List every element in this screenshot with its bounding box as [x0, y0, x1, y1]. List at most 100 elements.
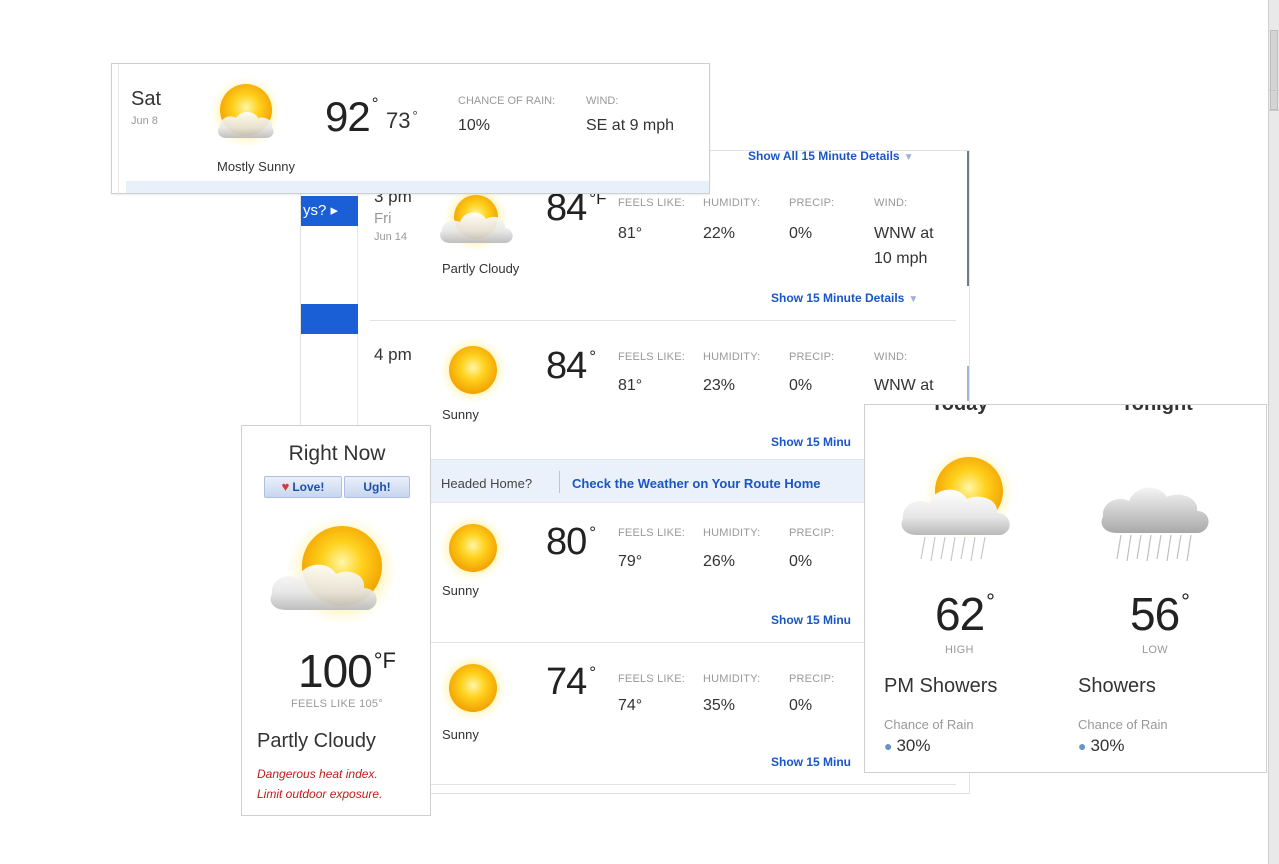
current-condition: Partly Cloudy: [257, 730, 376, 752]
feels-like-value: 79°: [618, 553, 643, 570]
show-details-link[interactable]: Show 15 Minu: [771, 435, 851, 449]
hour-condition: Sunny: [442, 583, 479, 598]
show-details-link[interactable]: Show 15 Minute Details ▼: [771, 291, 918, 305]
chevron-down-icon: ▼: [908, 294, 919, 305]
tonight-rain-label: Chance of Rain: [1078, 717, 1168, 732]
tonight-condition: Showers: [1078, 675, 1156, 697]
sidebar-blue-bar: [301, 304, 358, 334]
feels-like-label: FEELS LIKE:: [618, 673, 686, 685]
precip-value: 0%: [789, 697, 813, 714]
hour-temperature: 80 °: [546, 521, 597, 563]
humidity-value: 22%: [703, 225, 736, 242]
show-details-link[interactable]: Show 15 Minu: [771, 613, 851, 627]
love-button[interactable]: ♥ Love!: [264, 476, 342, 498]
forecast-date: Jun 8: [131, 115, 158, 127]
card-edge: [118, 64, 119, 195]
hour-condition: Sunny: [442, 727, 479, 742]
rain-value: 10%: [458, 117, 491, 134]
mostly-sunny-icon: [208, 76, 284, 157]
hour-time: 4 pm: [374, 345, 412, 364]
hourly-row: 3 pm Fri Jun 14 Partly Cloudy 84 °F FEELS…: [358, 179, 968, 321]
today-rain-label: Chance of Rain: [884, 717, 974, 732]
tonight-heading: Tonight: [1121, 404, 1193, 415]
right-now-title: Right Now: [288, 442, 386, 465]
sunny-icon: [438, 335, 508, 410]
showers-icon: [1095, 447, 1215, 572]
high-label: HIGH: [945, 644, 974, 656]
scrollbar-thumb[interactable]: [1270, 30, 1278, 110]
rain-label: CHANCE OF RAIN:: [458, 95, 556, 107]
humidity-value: 26%: [703, 553, 736, 570]
hour-temperature: 74 °: [546, 661, 597, 703]
feels-like-value: 74°: [618, 697, 643, 714]
high-temperature: 92 °: [325, 93, 379, 140]
today-rain-value: ● 30%: [884, 736, 931, 755]
precip-label: PRECIP:: [789, 351, 835, 363]
card-bottom-band: [126, 181, 709, 193]
forecast-condition: Mostly Sunny: [217, 159, 296, 174]
wind-value: SE at 9 mph: [586, 117, 675, 134]
precip-value: 0%: [789, 377, 813, 394]
humidity-label: HUMIDITY:: [703, 527, 761, 539]
hour-condition: Sunny: [442, 407, 479, 422]
feels-like-value: 81°: [618, 225, 643, 242]
wind-value: WNW at 10 mph: [874, 225, 934, 267]
partly-cloudy-icon: [262, 514, 412, 639]
chevron-down-icon: ▼: [903, 152, 914, 163]
wind-label: WIND:: [874, 351, 908, 363]
pm-showers-icon: [895, 447, 1035, 572]
feels-like-label: FEELS LIKE:: [618, 197, 686, 209]
daily-forecast-card: Sat Jun 8 Mostly Sunny 92 ° 73 ° CHANCE OF…: [111, 63, 710, 195]
feels-like-value: 81°: [618, 377, 643, 394]
feels-like-label: FEELS LIKE:: [618, 527, 686, 539]
today-heading: Today: [931, 404, 989, 415]
headed-home-label: Headed Home?: [441, 476, 533, 491]
hour-date: Jun 14: [374, 231, 408, 243]
heart-icon: ♥: [281, 479, 290, 494]
raindrop-icon: ●: [1078, 738, 1087, 754]
precip-label: PRECIP:: [789, 527, 835, 539]
precip-label: PRECIP:: [789, 197, 835, 209]
raindrop-icon: ●: [884, 738, 893, 754]
today-high-temp: 62°: [935, 588, 995, 640]
forecast-day: Sat: [131, 88, 162, 110]
tonight-rain-value: ● 30%: [1078, 736, 1125, 755]
precip-value: 0%: [789, 225, 813, 242]
tonight-low-temp: 56°: [1130, 588, 1190, 640]
heat-warning: Dangerous heat index. Limit outdoor expos…: [257, 767, 383, 801]
feels-like-label: FEELS LIKE:: [618, 351, 686, 363]
humidity-label: HUMIDITY:: [703, 197, 761, 209]
hour-day: Fri: [374, 210, 392, 227]
partly-cloudy-icon: [438, 185, 520, 266]
route-weather-link[interactable]: Check the Weather on Your Route Home: [572, 476, 821, 491]
wind-label: WIND:: [586, 95, 619, 107]
feels-like: FEELS LIKE 105°: [290, 698, 384, 710]
sunny-icon: [438, 653, 508, 728]
show-all-details-link[interactable]: Show All 15 Minute Details ▼: [748, 151, 914, 163]
humidity-value: 23%: [703, 377, 736, 394]
hour-temperature: 84 °: [546, 345, 597, 387]
sunny-icon: [438, 513, 508, 588]
current-temperature: 100°F: [298, 645, 396, 697]
scrollbar-divider: [1269, 90, 1279, 91]
today-condition: PM Showers: [884, 675, 998, 697]
precip-value: 0%: [789, 553, 813, 570]
low-label: LOW: [1142, 644, 1168, 656]
wind-label: WIND:: [874, 197, 908, 209]
scrollbar-divider: [1269, 110, 1279, 111]
hour-condition: Partly Cloudy: [442, 261, 520, 276]
window-scrollbar[interactable]: [1268, 0, 1279, 864]
sidebar-tab[interactable]: ys? ▸: [301, 196, 358, 226]
divider: [559, 471, 560, 493]
ugh-button[interactable]: Ugh!: [344, 476, 410, 498]
low-temperature: 73 °: [386, 108, 418, 133]
right-now-card: Right Now ♥ Love! Ugh! 100°F FEELS LIKE 1…: [241, 425, 431, 816]
row-divider: [370, 784, 956, 785]
today-tonight-card: Today Tonight 62° 56° HIGH LOW PM Shower…: [864, 404, 1267, 773]
humidity-label: HUMIDITY:: [703, 351, 761, 363]
precip-label: PRECIP:: [789, 673, 835, 685]
show-details-link[interactable]: Show 15 Minu: [771, 755, 851, 769]
humidity-label: HUMIDITY:: [703, 673, 761, 685]
humidity-value: 35%: [703, 697, 736, 714]
wind-value: WNW at: [874, 377, 934, 394]
